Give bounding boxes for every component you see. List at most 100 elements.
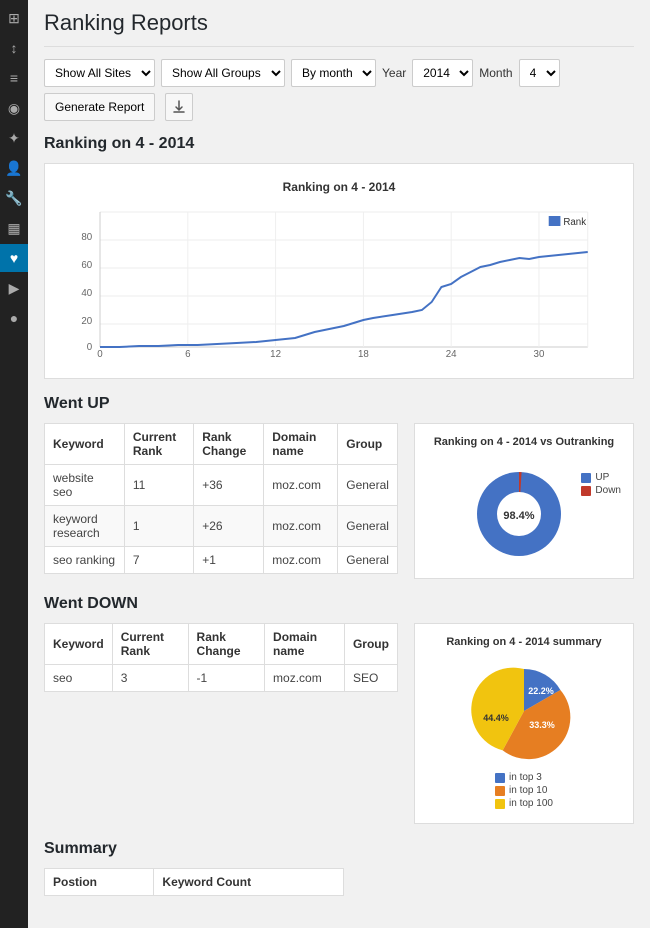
went-up-pie-title: Ranking on 4 - 2014 vs Outranking bbox=[427, 436, 621, 448]
cell-domain: moz.com bbox=[264, 465, 338, 506]
went-up-two-col: Keyword Current Rank Rank Change Domain … bbox=[44, 423, 634, 579]
year-label: Year bbox=[382, 66, 406, 80]
went-up-pie-card: Ranking on 4 - 2014 vs Outranking 98.4% bbox=[414, 423, 634, 579]
sidebar-icon-play[interactable]: ▶ bbox=[0, 274, 28, 302]
sidebar-icon-user[interactable]: 👤 bbox=[0, 154, 28, 182]
col-current-rank-d: Current Rank bbox=[112, 624, 188, 665]
went-up-table: Keyword Current Rank Rank Change Domain … bbox=[44, 423, 398, 574]
by-select[interactable]: By month bbox=[291, 59, 376, 87]
summary-section: Summary Postion Keyword Count bbox=[44, 840, 634, 896]
cell-rank_change: -1 bbox=[188, 665, 265, 692]
svg-text:0: 0 bbox=[97, 349, 103, 357]
svg-text:6: 6 bbox=[185, 349, 191, 357]
chart-title: Ranking on 4 - 2014 bbox=[61, 180, 617, 194]
cell-rank_change: +36 bbox=[194, 465, 264, 506]
went-down-title: Went DOWN bbox=[44, 595, 634, 613]
svg-text:80: 80 bbox=[81, 232, 92, 243]
summary-table: Postion Keyword Count bbox=[44, 868, 344, 896]
sidebar-icon-arrows[interactable]: ↕ bbox=[0, 34, 28, 62]
main-content: Ranking Reports Show All Sites Show All … bbox=[28, 0, 650, 928]
svg-text:22.2%: 22.2% bbox=[528, 686, 554, 696]
cell-group: General bbox=[338, 506, 398, 547]
col-domain-d: Domain name bbox=[265, 624, 345, 665]
cell-domain: moz.com bbox=[264, 506, 338, 547]
went-down-header-row: Keyword Current Rank Rank Change Domain … bbox=[45, 624, 398, 665]
sidebar-icon-star[interactable]: ✦ bbox=[0, 124, 28, 152]
col-group-d: Group bbox=[344, 624, 397, 665]
col-domain: Domain name bbox=[264, 424, 338, 465]
legend-up: UP bbox=[581, 472, 621, 483]
sites-select[interactable]: Show All Sites bbox=[44, 59, 155, 87]
went-down-two-col: Keyword Current Rank Rank Change Domain … bbox=[44, 623, 634, 824]
groups-select[interactable]: Show All Groups bbox=[161, 59, 285, 87]
svg-text:98.4%: 98.4% bbox=[503, 510, 534, 522]
went-down-pie-card: Ranking on 4 - 2014 summary bbox=[414, 623, 634, 824]
cell-rank_change: +1 bbox=[194, 547, 264, 574]
download-icon bbox=[172, 100, 186, 114]
cell-domain: moz.com bbox=[264, 547, 338, 574]
col-position: Postion bbox=[45, 869, 154, 896]
went-up-title: Went UP bbox=[44, 395, 634, 413]
went-up-pie-section: Ranking on 4 - 2014 vs Outranking 98.4% bbox=[414, 423, 634, 579]
went-up-section: Went UP Keyword Current Rank Rank Change… bbox=[44, 395, 634, 579]
sidebar-icon-wrench[interactable]: 🔧 bbox=[0, 184, 28, 212]
sidebar-icon-circle[interactable]: ◉ bbox=[0, 94, 28, 122]
svg-text:Rank: Rank bbox=[563, 217, 586, 228]
cell-keyword: keyword research bbox=[45, 506, 125, 547]
col-keyword-d: Keyword bbox=[45, 624, 113, 665]
cell-keyword: seo ranking bbox=[45, 547, 125, 574]
sidebar-icon-dot[interactable]: ● bbox=[0, 304, 28, 332]
cell-group: General bbox=[338, 547, 398, 574]
went-up-pie-wrapper: 98.4% UP Down bbox=[427, 456, 621, 566]
col-group: Group bbox=[338, 424, 398, 465]
summary-header-row: Postion Keyword Count bbox=[45, 869, 344, 896]
legend-top10-label: in top 10 bbox=[509, 785, 547, 796]
toolbar: Show All Sites Show All Groups By month … bbox=[44, 59, 634, 121]
col-rank-change: Rank Change bbox=[194, 424, 264, 465]
cell-current_rank: 1 bbox=[124, 506, 193, 547]
legend-top10: in top 10 bbox=[495, 785, 553, 796]
col-keyword: Keyword bbox=[45, 424, 125, 465]
went-down-table-section: Keyword Current Rank Rank Change Domain … bbox=[44, 623, 398, 824]
cell-rank_change: +26 bbox=[194, 506, 264, 547]
went-down-section: Went DOWN Keyword Current Rank Rank Chan… bbox=[44, 595, 634, 824]
generate-button[interactable]: Generate Report bbox=[44, 93, 155, 121]
table-row: seo3-1moz.comSEO bbox=[45, 665, 398, 692]
went-up-header-row: Keyword Current Rank Rank Change Domain … bbox=[45, 424, 398, 465]
went-down-table: Keyword Current Rank Rank Change Domain … bbox=[44, 623, 398, 692]
svg-text:40: 40 bbox=[81, 288, 92, 299]
cell-current_rank: 7 bbox=[124, 547, 193, 574]
line-chart-card: Ranking on 4 - 2014 0 20 bbox=[44, 163, 634, 379]
table-row: website seo11+36moz.comGeneral bbox=[45, 465, 398, 506]
cell-group: SEO bbox=[344, 665, 397, 692]
cell-current_rank: 11 bbox=[124, 465, 193, 506]
went-down-pie-wrapper: 22.2% 33.3% 44.4% in top 3 in top 1 bbox=[427, 656, 621, 811]
svg-text:12: 12 bbox=[270, 349, 281, 357]
svg-text:0: 0 bbox=[87, 342, 93, 353]
legend-top100-dot bbox=[495, 799, 505, 809]
sidebar-icon-heart[interactable]: ♥ bbox=[0, 244, 28, 272]
table-row: keyword research1+26moz.comGeneral bbox=[45, 506, 398, 547]
svg-text:30: 30 bbox=[534, 349, 545, 357]
sidebar-icon-grid[interactable]: ⊞ bbox=[0, 4, 28, 32]
cell-current_rank: 3 bbox=[112, 665, 188, 692]
legend-up-label: UP bbox=[595, 472, 609, 483]
legend-up-dot bbox=[581, 473, 591, 483]
year-select[interactable]: 2014 bbox=[412, 59, 473, 87]
went-down-legend: in top 3 in top 10 in top 100 bbox=[495, 772, 553, 811]
col-keyword-count: Keyword Count bbox=[154, 869, 344, 896]
svg-text:20: 20 bbox=[81, 316, 92, 327]
cell-domain: moz.com bbox=[265, 665, 345, 692]
month-select[interactable]: 4 bbox=[519, 59, 560, 87]
svg-text:24: 24 bbox=[446, 349, 457, 357]
went-down-pie-section: Ranking on 4 - 2014 summary bbox=[414, 623, 634, 824]
download-button[interactable] bbox=[165, 93, 193, 121]
sidebar: ⊞ ↕ ≡ ◉ ✦ 👤 🔧 ▦ ♥ ▶ ● bbox=[0, 0, 28, 928]
svg-text:33.3%: 33.3% bbox=[529, 720, 555, 730]
cell-keyword: seo bbox=[45, 665, 113, 692]
legend-top100-label: in top 100 bbox=[509, 798, 553, 809]
sidebar-icon-menu[interactable]: ≡ bbox=[0, 64, 28, 92]
col-current-rank: Current Rank bbox=[124, 424, 193, 465]
sidebar-icon-blocks[interactable]: ▦ bbox=[0, 214, 28, 242]
svg-text:60: 60 bbox=[81, 260, 92, 271]
